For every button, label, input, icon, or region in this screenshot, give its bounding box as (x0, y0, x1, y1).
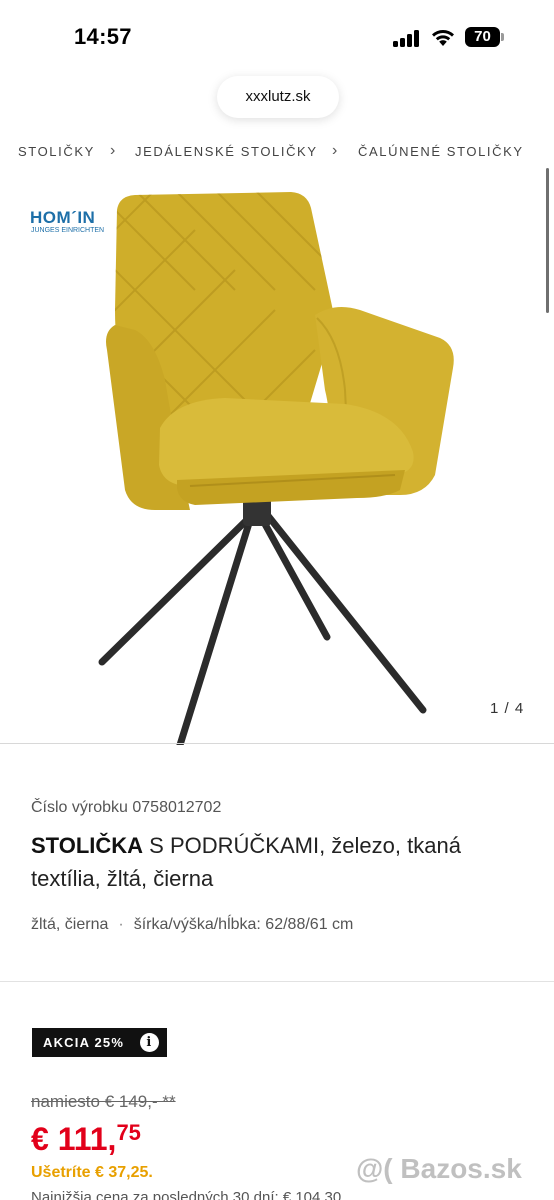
breadcrumb-item-stolicky[interactable]: STOLIČKY (18, 144, 95, 159)
meta-separator: · (118, 916, 124, 933)
battery-icon: 70 (465, 27, 500, 47)
watermark: @( Bazos.sk (356, 1153, 522, 1184)
lowest-price-note: Najnižšia cena za posledných 30 dní: € 1… (31, 1189, 342, 1200)
breadcrumb-item-calunene-stolicky[interactable]: ČALÚNENÉ STOLIČKY (358, 144, 524, 159)
chevron-right-icon: › (332, 142, 338, 159)
product-number: Číslo výrobku 0758012702 (31, 799, 222, 816)
savings-text: Ušetríte € 37,25. (31, 1164, 153, 1181)
old-price: namiesto € 149,- ** (31, 1092, 176, 1111)
product-gallery[interactable]: HOM´IN JUNGES EINRICHTEN 1 / 4 (0, 178, 554, 745)
brand-tagline: JUNGES EINRICHTEN (31, 227, 105, 234)
divider (0, 981, 554, 982)
current-price: € 111,75 (31, 1120, 141, 1158)
breadcrumb: STOLIČKY › JEDÁLENSKÉ STOLIČKY › ČALÚNEN… (0, 142, 554, 162)
product-color: žltá, čierna (31, 916, 109, 933)
brand-name: HOM´IN (30, 208, 96, 227)
url-bar[interactable]: xxxlutz.sk (217, 76, 339, 118)
product-meta: žltá, čierna · šírka/výška/hĺbka: 62/88/61… (31, 916, 353, 934)
product-page: 14:57 70 xxxlutz.sk STOLIČKY › JEDÁLENSK… (0, 0, 554, 1200)
product-dimensions: šírka/výška/hĺbka: 62/88/61 cm (133, 916, 354, 933)
chevron-right-icon: › (110, 142, 116, 159)
current-price-cents: 75 (116, 1120, 141, 1145)
status-bar: 14:57 70 (0, 0, 554, 70)
sale-badge: AKCIA 25% i (32, 1028, 167, 1057)
signal-icon (393, 29, 423, 47)
divider (0, 743, 554, 744)
wifi-icon (432, 29, 454, 46)
product-image-chair[interactable] (95, 190, 465, 745)
info-icon[interactable]: i (140, 1033, 159, 1052)
sale-badge-label: AKCIA 25% (43, 1035, 125, 1050)
image-counter: 1 / 4 (490, 700, 525, 717)
current-price-main: € 111, (31, 1121, 117, 1157)
product-title-bold: STOLIČKA (31, 833, 144, 858)
breadcrumb-item-jedalenske-stolicky[interactable]: JEDÁLENSKÉ STOLIČKY (135, 144, 318, 159)
product-title: STOLIČKA S PODRÚČKAMI, železo, tkaná tex… (31, 829, 531, 895)
status-time: 14:57 (74, 24, 132, 49)
battery-tip (501, 33, 504, 41)
